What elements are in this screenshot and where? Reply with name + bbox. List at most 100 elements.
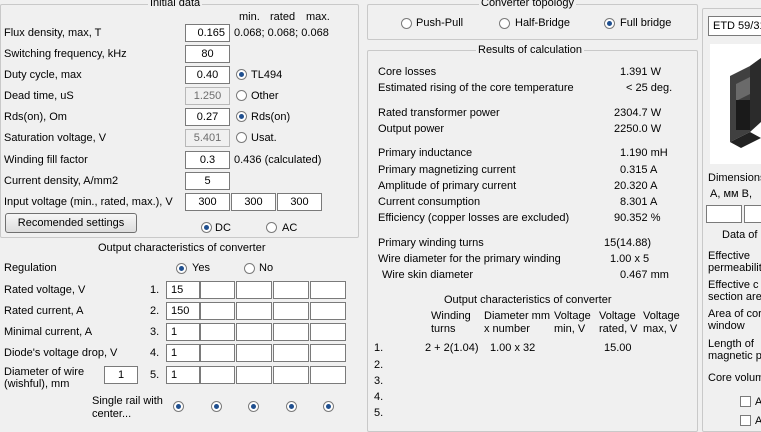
col-voltage-rated-l2: rated, V — [599, 323, 638, 335]
dead-time-input[interactable]: 1.250 — [185, 87, 230, 105]
col-voltage-min: Voltage min, V — [554, 310, 591, 336]
fill-factor-label: Winding fill factor — [4, 154, 88, 166]
output-4-value[interactable] — [273, 302, 309, 320]
output-1-value[interactable]: 15 — [166, 281, 200, 299]
output-1-value[interactable]: 1 — [166, 344, 200, 362]
output-1-value[interactable]: 150 — [166, 302, 200, 320]
tl494-radio[interactable] — [236, 69, 247, 80]
full-bridge-radio[interactable] — [604, 18, 615, 29]
effective-permeability-l2: permeabilit — [708, 262, 761, 274]
dc-label: DC — [215, 222, 231, 234]
initial-data-title: Initial data — [148, 0, 203, 9]
usat-radio[interactable] — [236, 132, 247, 143]
sat-voltage-input[interactable]: 5.401 — [185, 129, 230, 147]
effective-permeability-label: Effective permeabilit — [708, 250, 761, 274]
rated-voltage-label: Rated voltage, V — [4, 284, 86, 296]
regulation-yes-radio[interactable] — [176, 263, 187, 274]
efficiency-value: 90.352 % — [614, 212, 661, 224]
output-2-value[interactable] — [200, 366, 235, 384]
output-table-title: Output characteristics of converter — [444, 294, 612, 306]
output-4-value[interactable] — [273, 281, 309, 299]
col-diameter: Diameter mm x number — [484, 310, 550, 336]
effective-cross-section-l1: Effective c — [708, 279, 759, 291]
freq-input[interactable]: 80 — [185, 45, 230, 63]
output-2-value[interactable] — [200, 323, 235, 341]
dc-radio[interactable] — [201, 222, 212, 233]
core-temp-label: Estimated rising of the core temperature — [378, 82, 574, 94]
single-rail-radio-5[interactable] — [323, 401, 334, 412]
tl494-label: TL494 — [251, 69, 283, 81]
rated-power-label: Rated transformer power — [378, 107, 500, 119]
output-2-value[interactable] — [200, 302, 235, 320]
skin-diameter-value: 0.467 mm — [620, 269, 669, 281]
output-5-value[interactable] — [310, 344, 346, 362]
magnetic-path-l2: magnetic p — [708, 350, 761, 362]
single-rail-radio-3[interactable] — [248, 401, 259, 412]
output-2-value[interactable] — [200, 344, 235, 362]
duty-input[interactable]: 0.40 — [185, 66, 230, 84]
col-voltage-max-l1: Voltage — [643, 310, 680, 322]
amplitude-current-value: 20.320 A — [614, 180, 658, 192]
wire-diameter-primary-label: Wire diameter for the primary winding — [378, 253, 561, 265]
push-pull-radio[interactable] — [401, 18, 412, 29]
fill-factor-input[interactable]: 0.3 — [185, 151, 230, 169]
output-3-value[interactable] — [236, 323, 272, 341]
rds-radio[interactable] — [236, 111, 247, 122]
dimension-a-input[interactable] — [706, 205, 742, 223]
output-3-value[interactable] — [236, 344, 272, 362]
consumption-value: 8.301 A — [620, 196, 658, 208]
output-5-value[interactable] — [310, 323, 346, 341]
minimal-current-label: Minimal current, A — [4, 326, 93, 338]
dimension-b-input[interactable] — [744, 205, 761, 223]
magnetizing-current-value: 0.315 A — [620, 164, 658, 176]
core-select[interactable]: ETD 59/31 — [708, 16, 761, 36]
col-voltage-max-l2: max, V — [643, 323, 678, 335]
ac-radio[interactable] — [266, 222, 277, 233]
rds-input[interactable]: 0.27 — [185, 108, 230, 126]
recommended-settings-button[interactable]: Recomended settings — [5, 213, 137, 233]
col-min-label: min. — [239, 11, 260, 23]
single-rail-radio-4[interactable] — [286, 401, 297, 412]
dead-time-label: Dead time, uS — [4, 90, 74, 102]
effective-permeability-l1: Effective — [708, 250, 750, 262]
input-voltage-max[interactable]: 300 — [277, 193, 322, 211]
primary-inductance-label: Primary inductance — [378, 147, 473, 159]
half-bridge-label: Half-Bridge — [515, 17, 571, 29]
half-bridge-radio[interactable] — [499, 18, 510, 29]
output-5-value[interactable] — [310, 302, 346, 320]
output-1-value[interactable]: 1 — [166, 323, 200, 341]
col-voltage-rated: Voltage rated, V — [599, 310, 638, 336]
wire-diameter-input[interactable]: 1 — [104, 366, 138, 384]
primary-inductance-value: 1.190 mH — [620, 147, 668, 159]
output-2-value[interactable] — [200, 281, 235, 299]
flux-input[interactable]: 0.165 — [185, 24, 230, 42]
freq-label: Switching frequency, kHz — [4, 48, 127, 60]
rated-current-label: Rated current, A — [4, 305, 84, 317]
other-radio[interactable] — [236, 90, 247, 101]
magnetizing-current-label: Primary magnetizing current — [378, 164, 516, 176]
input-voltage-min[interactable]: 300 — [185, 193, 230, 211]
regulation-no-radio[interactable] — [244, 263, 255, 274]
output-3-value[interactable] — [236, 366, 272, 384]
output-row-number: 2. — [374, 359, 384, 371]
current-density-input[interactable]: 5 — [185, 172, 230, 190]
output-5-value[interactable] — [310, 366, 346, 384]
col-max-label: max. — [306, 11, 330, 23]
output-4-value[interactable] — [273, 323, 309, 341]
diode-drop-label: Diode's voltage drop, V — [4, 347, 118, 359]
output-1-value[interactable]: 1 — [166, 366, 200, 384]
col-rated-label: rated — [270, 11, 296, 23]
output-3-value[interactable] — [236, 302, 272, 320]
output-4-value[interactable] — [273, 344, 309, 362]
option-checkbox-1[interactable] — [740, 396, 751, 407]
single-rail-label: Single rail with center... — [92, 395, 163, 420]
output-5-value[interactable] — [310, 281, 346, 299]
single-rail-radio-1[interactable] — [173, 401, 184, 412]
output-3-value[interactable] — [236, 281, 272, 299]
row-number: 1. — [150, 284, 160, 296]
option-checkbox-2[interactable] — [740, 415, 751, 426]
single-rail-radio-2[interactable] — [211, 401, 222, 412]
output-4-value[interactable] — [273, 366, 309, 384]
rated-power-value: 2304.7 W — [614, 107, 662, 119]
input-voltage-rated[interactable]: 300 — [231, 193, 276, 211]
